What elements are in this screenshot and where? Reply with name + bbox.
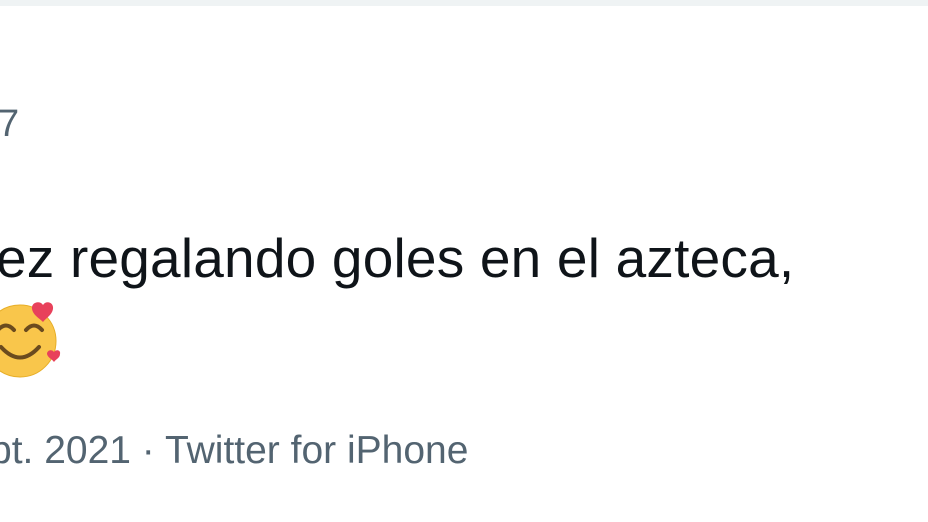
tweet-view: 7 ez regalando goles en el azteca, pt. 2… [0, 0, 928, 522]
tweet-author-fragment: 7 [0, 103, 20, 145]
emoji-svg [0, 302, 61, 378]
smiling-face-with-hearts-icon [0, 296, 64, 386]
tweet-text-line: ez regalando goles en el azteca, [0, 227, 795, 289]
metadata-separator: · [130, 429, 165, 472]
top-divider [0, 0, 928, 6]
tweet-metadata: pt. 2021 · Twitter for iPhone [0, 426, 468, 476]
tweet-date-fragment[interactable]: pt. 2021 [0, 429, 131, 472]
source-link[interactable]: Twitter for iPhone [165, 429, 468, 472]
